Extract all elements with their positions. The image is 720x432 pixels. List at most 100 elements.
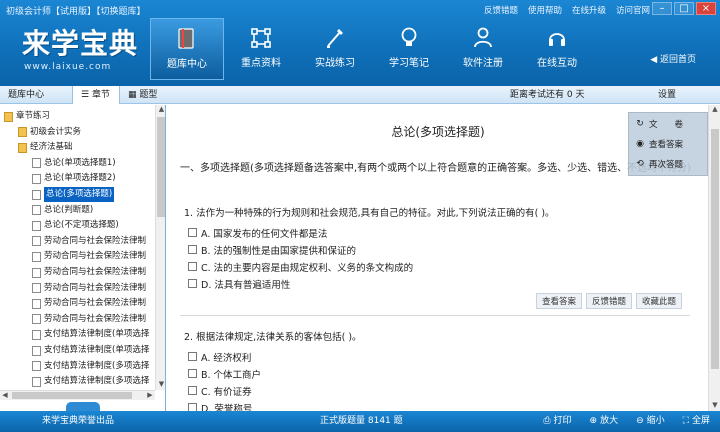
option-a[interactable]: A. 经济权利: [184, 348, 684, 365]
nav-online[interactable]: 在线互动: [520, 18, 594, 80]
tree-item[interactable]: 总论(判断题): [32, 203, 93, 218]
scroll-right-icon[interactable]: ▶: [145, 391, 155, 401]
maximize-button[interactable]: □: [674, 2, 694, 15]
nav-register[interactable]: 软件注册: [446, 18, 520, 80]
tree-item[interactable]: 支付结算法律制度(多项选择: [32, 359, 149, 374]
tree-item[interactable]: 总论(单项选择题1): [32, 156, 116, 171]
nav-key-materials[interactable]: 重点资料: [224, 18, 298, 80]
website-link[interactable]: 访问官网: [616, 4, 650, 16]
option-c[interactable]: C. 有价证券: [184, 382, 684, 399]
settings-button[interactable]: 设置: [658, 86, 676, 104]
publisher-label: 来学宝典荣誉出品: [42, 416, 115, 426]
paper-mode-button[interactable]: ↻ 文 卷: [635, 116, 683, 132]
tree-item[interactable]: 初级会计实务: [18, 125, 81, 140]
tree-item[interactable]: 总论(多项选择题): [32, 187, 115, 202]
bookmark-button[interactable]: 收藏此题: [635, 293, 682, 309]
tree-item[interactable]: 支付结算法律制度(单项选择: [32, 343, 149, 358]
option-c[interactable]: C. 法的主要内容是由规定权利、义务的条文构成的: [184, 258, 684, 275]
checkbox[interactable]: [188, 369, 197, 378]
nav-label: 实战练习: [315, 58, 355, 69]
tree-item[interactable]: 劳动合同与社会保险法律制: [32, 281, 146, 296]
redo-icon: ⟲: [636, 159, 644, 169]
zoom-in-button[interactable]: ⊕ 放大: [590, 411, 619, 432]
fullscreen-button[interactable]: ⛶ 全屏: [683, 411, 710, 432]
tree-item[interactable]: 劳动合同与社会保险法律制: [32, 234, 146, 249]
back-home-label: 返回首页: [659, 55, 696, 65]
view-answer-button[interactable]: 查看答案: [535, 293, 582, 309]
document-icon: [32, 236, 41, 247]
option-d[interactable]: D. 法具有普遍适用性: [184, 275, 684, 292]
tree-item[interactable]: 劳动合同与社会保险法律制: [32, 312, 146, 327]
tab-chapter[interactable]: ☰ 章节: [72, 86, 120, 104]
checkbox[interactable]: [188, 262, 197, 271]
nav-notes[interactable]: 学习笔记: [372, 18, 446, 80]
tree-item-label: 支付结算法律制度(多项选择: [44, 376, 150, 387]
option-label: B. 个体工商户: [201, 369, 262, 381]
checkbox[interactable]: [188, 386, 197, 395]
scroll-thumb[interactable]: [12, 392, 132, 399]
option-b[interactable]: B. 法的强制性是由国家提供和保证的: [184, 241, 684, 258]
document-icon: [32, 298, 41, 309]
section-description: 一、多项选择题(多项选择题备选答案中,有两个或两个以上符合题意的正确答案。多选、…: [180, 163, 691, 174]
lightbulb-icon: [401, 27, 417, 46]
option-label: D. 法具有普遍适用性: [201, 279, 291, 291]
floating-tools: ↻ 文 卷 ◉ 查看答案 ⟲ 再次答题: [628, 112, 708, 176]
minimize-button[interactable]: –: [652, 2, 672, 15]
option-a[interactable]: A. 国家发布的任何文件都是法: [184, 224, 684, 241]
scroll-down-icon[interactable]: ▼: [709, 401, 720, 411]
upgrade-link[interactable]: 在线升级: [572, 4, 606, 16]
checkbox[interactable]: [188, 403, 197, 411]
nav-label: 重点资料: [241, 58, 281, 69]
tree-horizontal-scrollbar[interactable]: ◀ ▶: [0, 390, 155, 400]
tree-item[interactable]: 经济法基础: [18, 140, 73, 155]
chapter-tree: 章节练习初级会计实务经济法基础总论(单项选择题1) 总论(单项选择题2) 总论(多项…: [0, 105, 155, 390]
report-error-button[interactable]: 反馈错题: [585, 293, 632, 309]
show-answer-button[interactable]: ◉ 查看答案: [635, 136, 683, 152]
app-title[interactable]: 初级会计师【试用版】【切换题库】: [6, 4, 146, 17]
option-b[interactable]: B. 个体工商户: [184, 365, 684, 382]
tree-item[interactable]: 总论(单项选择题2): [32, 171, 116, 186]
feedback-link[interactable]: 反馈错题: [484, 4, 518, 16]
tool-label: 文 卷: [649, 120, 684, 130]
checkbox[interactable]: [188, 352, 197, 361]
content-vertical-scrollbar[interactable]: ▲ ▼: [708, 105, 720, 411]
checkbox[interactable]: [188, 245, 197, 254]
document-icon: [32, 173, 41, 184]
scroll-up-icon[interactable]: ▲: [156, 105, 165, 115]
tree-vertical-scrollbar[interactable]: ▲ ▼: [155, 105, 165, 390]
print-button[interactable]: ⎙ 打印: [543, 411, 571, 432]
scroll-left-icon[interactable]: ◀: [0, 391, 10, 401]
scroll-down-icon[interactable]: ▼: [156, 380, 165, 390]
retry-button[interactable]: ⟲ 再次答题: [635, 156, 683, 172]
nav-question-bank[interactable]: 题库中心: [150, 18, 224, 80]
nav-practice[interactable]: 实战练习: [298, 18, 372, 80]
tab-question-type[interactable]: ▦ 题型: [120, 86, 168, 104]
tree-item[interactable]: 章节练习: [4, 109, 50, 124]
tree-item[interactable]: 支付结算法律制度(单项选择: [32, 327, 149, 342]
tree-item[interactable]: 劳动合同与社会保险法律制: [32, 296, 146, 311]
question-1: 1. 法作为一种特殊的行为规则和社会规范,具有自己的特征。对此,下列说法正确的有…: [184, 207, 684, 292]
tree-item-label: 总论(单项选择题1): [44, 157, 116, 168]
back-home-button[interactable]: ◀ 返回首页: [650, 52, 696, 65]
help-link[interactable]: 使用帮助: [528, 4, 562, 16]
tree-item[interactable]: 劳动合同与社会保险法律制: [32, 265, 146, 280]
checkbox[interactable]: [188, 228, 197, 237]
scroll-thumb[interactable]: [157, 117, 165, 217]
scroll-up-icon[interactable]: ▲: [709, 105, 720, 115]
document-icon: [32, 376, 41, 387]
tree-item[interactable]: 支付结算法律制度(多项选择: [32, 374, 149, 389]
nav-label: 软件注册: [463, 58, 503, 69]
tool-label: 查看答案: [649, 140, 684, 150]
tree-item-label: 初级会计实务: [30, 126, 82, 137]
tree-item[interactable]: 总论(不定项选择题): [32, 218, 119, 233]
scroll-thumb[interactable]: [711, 129, 719, 369]
tree-item-label: 支付结算法律制度(单项选择: [44, 345, 150, 355]
app-header: 初级会计师【试用版】【切换题库】 反馈错题 使用帮助 在线升级 访问官网 – □…: [0, 0, 720, 86]
tab-question-bank[interactable]: 题库中心: [0, 86, 72, 104]
close-button[interactable]: ×: [696, 2, 716, 15]
tree-item[interactable]: 劳动合同与社会保险法律制: [32, 249, 146, 264]
checkbox[interactable]: [188, 279, 197, 288]
zoom-out-button[interactable]: ⊖ 缩小: [636, 411, 665, 432]
option-d[interactable]: D. 荣誉称号: [184, 399, 684, 411]
panel-toggle-handle[interactable]: [66, 402, 100, 411]
